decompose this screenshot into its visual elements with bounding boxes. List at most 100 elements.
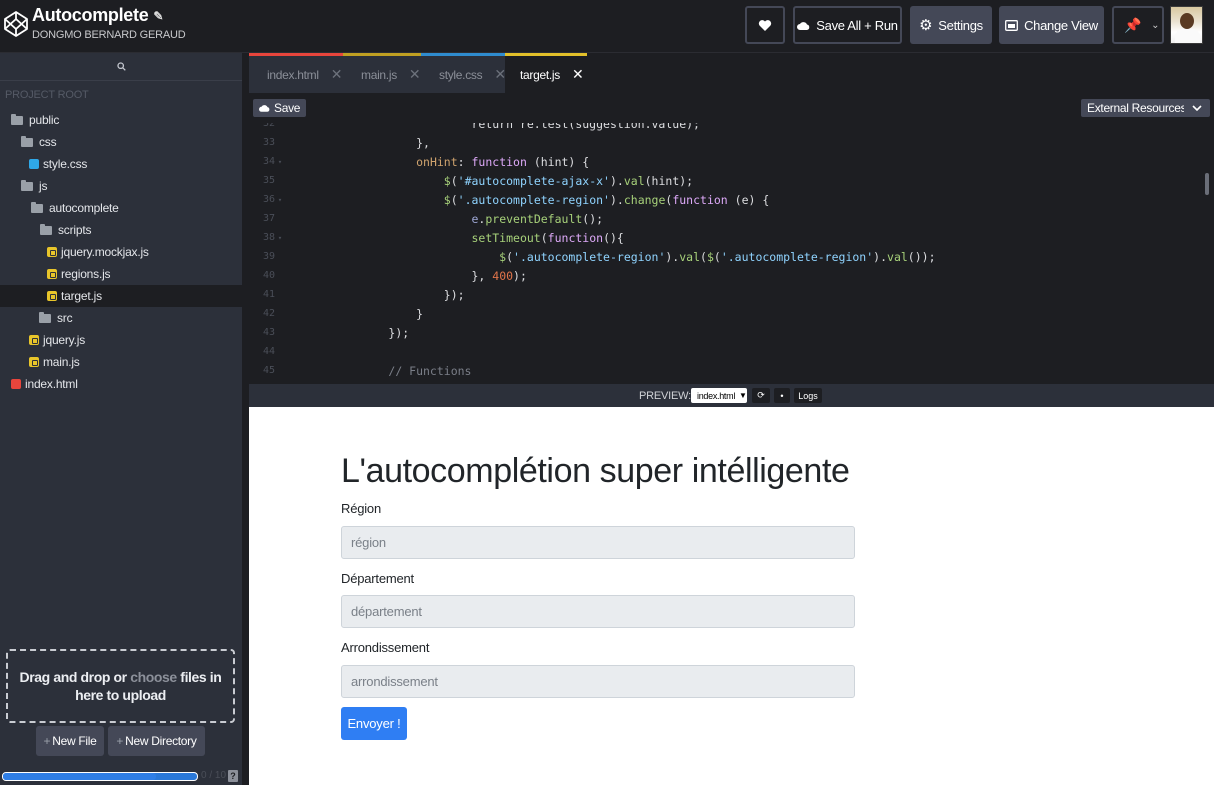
- code-text: $('#autocomplete-ajax-x').val(hint);: [443, 173, 694, 188]
- tab-index-html[interactable]: index.html ✕: [249, 53, 343, 93]
- code-text: },: [416, 135, 430, 150]
- tree-item-index-html[interactable]: index.html: [0, 373, 242, 395]
- new-file-button[interactable]: + New File: [36, 726, 104, 756]
- love-button[interactable]: [745, 6, 785, 44]
- tree-item-main[interactable]: main.js: [0, 351, 242, 373]
- line-number: 33: [262, 137, 275, 148]
- tree-item-label: css: [39, 135, 57, 149]
- code-line[interactable]: 44: [249, 342, 1209, 361]
- code-line[interactable]: 36 ▾ $('.autocomplete-region').change(fun…: [249, 190, 1209, 209]
- arrondissement-input[interactable]: arrondissement: [341, 665, 855, 698]
- code-line[interactable]: 45 // Functions: [249, 361, 1209, 380]
- code-line[interactable]: 40 }, 400);: [249, 266, 1209, 285]
- folder-icon: [21, 179, 33, 191]
- code-line[interactable]: 34 ▾ onHint: function (hint) {: [249, 152, 1209, 171]
- tree-item-style-css[interactable]: style.css: [0, 153, 242, 175]
- close-icon[interactable]: ✕: [331, 66, 343, 83]
- pane-divider[interactable]: [242, 53, 249, 785]
- region-placeholder: région: [351, 535, 386, 550]
- choose-files-link[interactable]: choose: [130, 669, 177, 685]
- author-name[interactable]: DONGMO BERNARD GERAUD: [32, 29, 186, 41]
- tab-main-js[interactable]: main.js ✕: [343, 53, 421, 93]
- fold-arrow-icon[interactable]: ▾: [275, 196, 285, 204]
- code-text: return re.test(suggestion.value);: [471, 123, 700, 131]
- css-file-icon: [29, 159, 39, 169]
- line-number: 38: [262, 232, 275, 243]
- tree-item-scripts[interactable]: scripts: [0, 219, 242, 241]
- preview-dot-button[interactable]: •: [774, 388, 790, 403]
- arrondissement-placeholder: arrondissement: [351, 674, 438, 689]
- tab-label: index.html: [267, 67, 319, 82]
- code-line[interactable]: 37 e.preventDefault();: [249, 209, 1209, 228]
- pencil-icon[interactable]: ✎: [153, 9, 163, 23]
- code-line[interactable]: 38 ▾ setTimeout(function(){: [249, 228, 1209, 247]
- tree-item-autocomplete[interactable]: autocomplete: [0, 197, 242, 219]
- code-line[interactable]: 35 $('#autocomplete-ajax-x').val(hint);: [249, 171, 1209, 190]
- new-directory-button[interactable]: + New Directory: [108, 726, 205, 756]
- upload-dropzone[interactable]: Drag and drop or choose files in here to…: [6, 649, 235, 723]
- submit-button[interactable]: Envoyer !: [341, 707, 407, 740]
- close-icon[interactable]: ✕: [409, 66, 421, 83]
- tab-target-js[interactable]: target.js ✕: [505, 53, 587, 93]
- logs-button[interactable]: Logs: [794, 388, 822, 403]
- line-number: 37: [262, 213, 275, 224]
- save-all-run-button[interactable]: Save All + Run: [793, 6, 902, 44]
- tree-item-js[interactable]: js: [0, 175, 242, 197]
- preview-file-value: index.html: [697, 390, 736, 401]
- help-icon[interactable]: ?: [228, 770, 238, 782]
- tree-item-css[interactable]: css: [0, 131, 242, 153]
- tree-item-label: scripts: [58, 223, 92, 237]
- code-editor[interactable]: 32 return re.test(suggestion.value); 33 }…: [249, 123, 1214, 384]
- line-number: 35: [262, 175, 275, 186]
- fold-arrow-icon[interactable]: ▾: [275, 234, 285, 242]
- settings-button[interactable]: ⚙ Settings: [910, 6, 992, 44]
- page-title: L'autocomplétion super intélligente: [341, 452, 850, 490]
- departement-placeholder: département: [351, 604, 422, 619]
- editor-options-button[interactable]: [1184, 99, 1210, 117]
- user-avatar[interactable]: [1170, 6, 1203, 44]
- departement-input[interactable]: département: [341, 595, 855, 628]
- arrondissement-label: Arrondissement: [341, 640, 430, 655]
- tree-item-target[interactable]: target.js: [0, 285, 242, 307]
- tree-item-public[interactable]: public: [0, 109, 242, 131]
- tree-item-label: src: [57, 311, 73, 325]
- code-text: $('.autocomplete-region').change(functio…: [443, 192, 770, 207]
- app-title[interactable]: Autocomplete: [32, 5, 149, 26]
- tab-style-css[interactable]: style.css ✕: [421, 53, 506, 93]
- codepen-logo-icon[interactable]: [4, 11, 28, 37]
- code-line[interactable]: 42 }: [249, 304, 1209, 323]
- editor-scrollbar[interactable]: [1205, 173, 1209, 195]
- preview-file-select[interactable]: index.html ▼: [691, 388, 747, 403]
- tree-item-jquery-mockjax[interactable]: jquery.mockjax.js: [0, 241, 242, 263]
- html-file-icon: [11, 379, 21, 389]
- refresh-preview-button[interactable]: ⟳: [752, 388, 770, 403]
- tree-item-src[interactable]: src: [0, 307, 242, 329]
- preview-label: PREVIEW:: [639, 390, 691, 402]
- logs-label: Logs: [798, 390, 818, 401]
- pin-menu-button[interactable]: 📌 ⌄: [1112, 6, 1164, 44]
- fold-arrow-icon[interactable]: ▾: [275, 158, 285, 166]
- external-resources-label: External Resources: [1087, 101, 1187, 115]
- tree-item-jquery[interactable]: jquery.js: [0, 329, 242, 351]
- code-text: });: [443, 287, 465, 302]
- file-search[interactable]: [0, 53, 242, 81]
- region-input[interactable]: région: [341, 526, 855, 559]
- folder-icon: [21, 135, 33, 147]
- code-line[interactable]: 39 $('.autocomplete-region').val($('.aut…: [249, 247, 1209, 266]
- tree-item-label: jquery.mockjax.js: [61, 245, 149, 259]
- save-all-run-label: Save All + Run: [816, 17, 898, 33]
- external-resources-button[interactable]: External Resources: [1081, 99, 1193, 117]
- code-line[interactable]: 43 });: [249, 323, 1209, 342]
- change-view-button[interactable]: Change View: [999, 6, 1104, 44]
- tree-item-label: js: [39, 179, 48, 193]
- chevron-down-icon: ⌄: [1151, 19, 1160, 31]
- code-line[interactable]: 33 },: [249, 133, 1209, 152]
- close-icon[interactable]: ✕: [572, 66, 584, 83]
- code-text: // Functions: [388, 363, 472, 378]
- code-line[interactable]: 32 return re.test(suggestion.value);: [249, 123, 1209, 133]
- save-button[interactable]: Save: [253, 99, 307, 117]
- code-line[interactable]: 41 });: [249, 285, 1209, 304]
- tree-item-regions[interactable]: regions.js: [0, 263, 242, 285]
- region-label: Région: [341, 501, 381, 516]
- tree-item-label: main.js: [43, 355, 80, 369]
